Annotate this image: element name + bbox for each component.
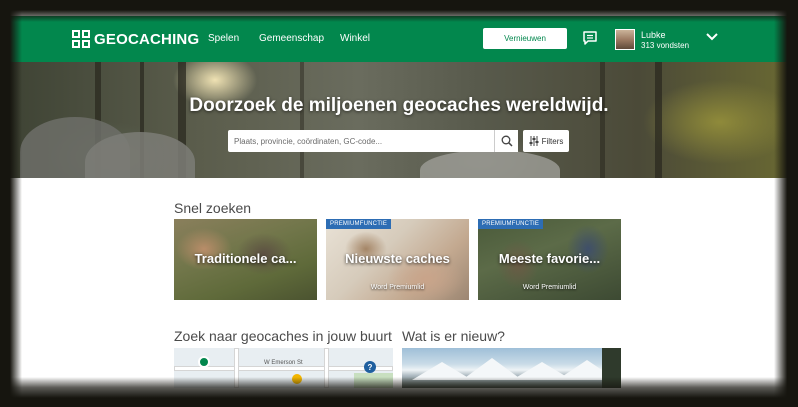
nav-link-gemeenschap[interactable]: Gemeenschap xyxy=(259,33,324,44)
hero-banner: Doorzoek de miljoenen geocaches wereldwi… xyxy=(0,62,798,178)
top-navigation-bar: GEOCACHING Spelen Gemeenschap Winkel Ver… xyxy=(0,16,798,62)
map-pin-icon[interactable] xyxy=(198,356,210,368)
frame-edge-left xyxy=(0,0,22,407)
nav-link-spelen[interactable]: Spelen xyxy=(208,33,239,44)
main-content: Snel zoeken Traditionele ca... PREMIUMFU… xyxy=(0,178,798,407)
quick-search-card-favorites[interactable]: PREMIUMFUNCTIE Meeste favorie... Word Pr… xyxy=(478,219,621,300)
quick-search-card-newest[interactable]: PREMIUMFUNCTIE Nieuwste caches Word Prem… xyxy=(326,219,469,300)
chevron-down-icon[interactable] xyxy=(706,32,718,42)
filters-button[interactable]: Filters xyxy=(523,130,569,152)
search-input[interactable] xyxy=(228,130,494,152)
search-button[interactable] xyxy=(494,130,518,152)
avatar[interactable] xyxy=(615,29,635,50)
upgrade-button[interactable]: Vernieuwen xyxy=(483,28,567,49)
filters-label: Filters xyxy=(541,136,564,146)
chat-icon[interactable] xyxy=(582,30,598,46)
svg-text:?: ? xyxy=(368,363,373,372)
card-premium-link[interactable]: Word Premiumlid xyxy=(478,284,621,291)
search-field[interactable] xyxy=(228,130,494,152)
geocaching-logo[interactable]: GEOCACHING xyxy=(72,29,199,49)
user-finds-count: 313 vondsten xyxy=(641,41,690,50)
nav-link-winkel[interactable]: Winkel xyxy=(340,33,370,44)
map-street-label: W Emerson St xyxy=(264,360,303,366)
help-icon[interactable]: ? xyxy=(364,361,376,373)
card-premium-link[interactable]: Word Premiumlid xyxy=(326,284,469,291)
card-title: Meeste favorie... xyxy=(498,251,601,266)
nearby-title: Zoek naar geocaches in jouw buurt xyxy=(174,328,392,344)
logo-icon xyxy=(72,30,90,48)
quick-search-title: Snel zoeken xyxy=(174,200,252,216)
filters-icon xyxy=(529,136,539,146)
premium-badge: PREMIUMFUNCTIE xyxy=(478,219,544,229)
card-title: Nieuwste caches xyxy=(345,251,450,266)
quick-search-card-traditional[interactable]: Traditionele ca... xyxy=(174,219,317,300)
user-name[interactable]: Lubke xyxy=(641,30,666,40)
premium-badge: PREMIUMFUNCTIE xyxy=(326,219,392,229)
hero-title: Doorzoek de miljoenen geocaches wereldwi… xyxy=(189,95,609,116)
frame-edge-bottom xyxy=(0,377,798,407)
screenshot-frame: GEOCACHING Spelen Gemeenschap Winkel Ver… xyxy=(0,0,798,407)
card-title: Traditionele ca... xyxy=(194,251,297,266)
search-icon xyxy=(501,135,513,147)
frame-edge-right xyxy=(774,0,798,407)
logo-text: GEOCACHING xyxy=(94,30,200,48)
frame-edge-top xyxy=(0,0,798,22)
news-title: Wat is er nieuw? xyxy=(402,328,505,344)
